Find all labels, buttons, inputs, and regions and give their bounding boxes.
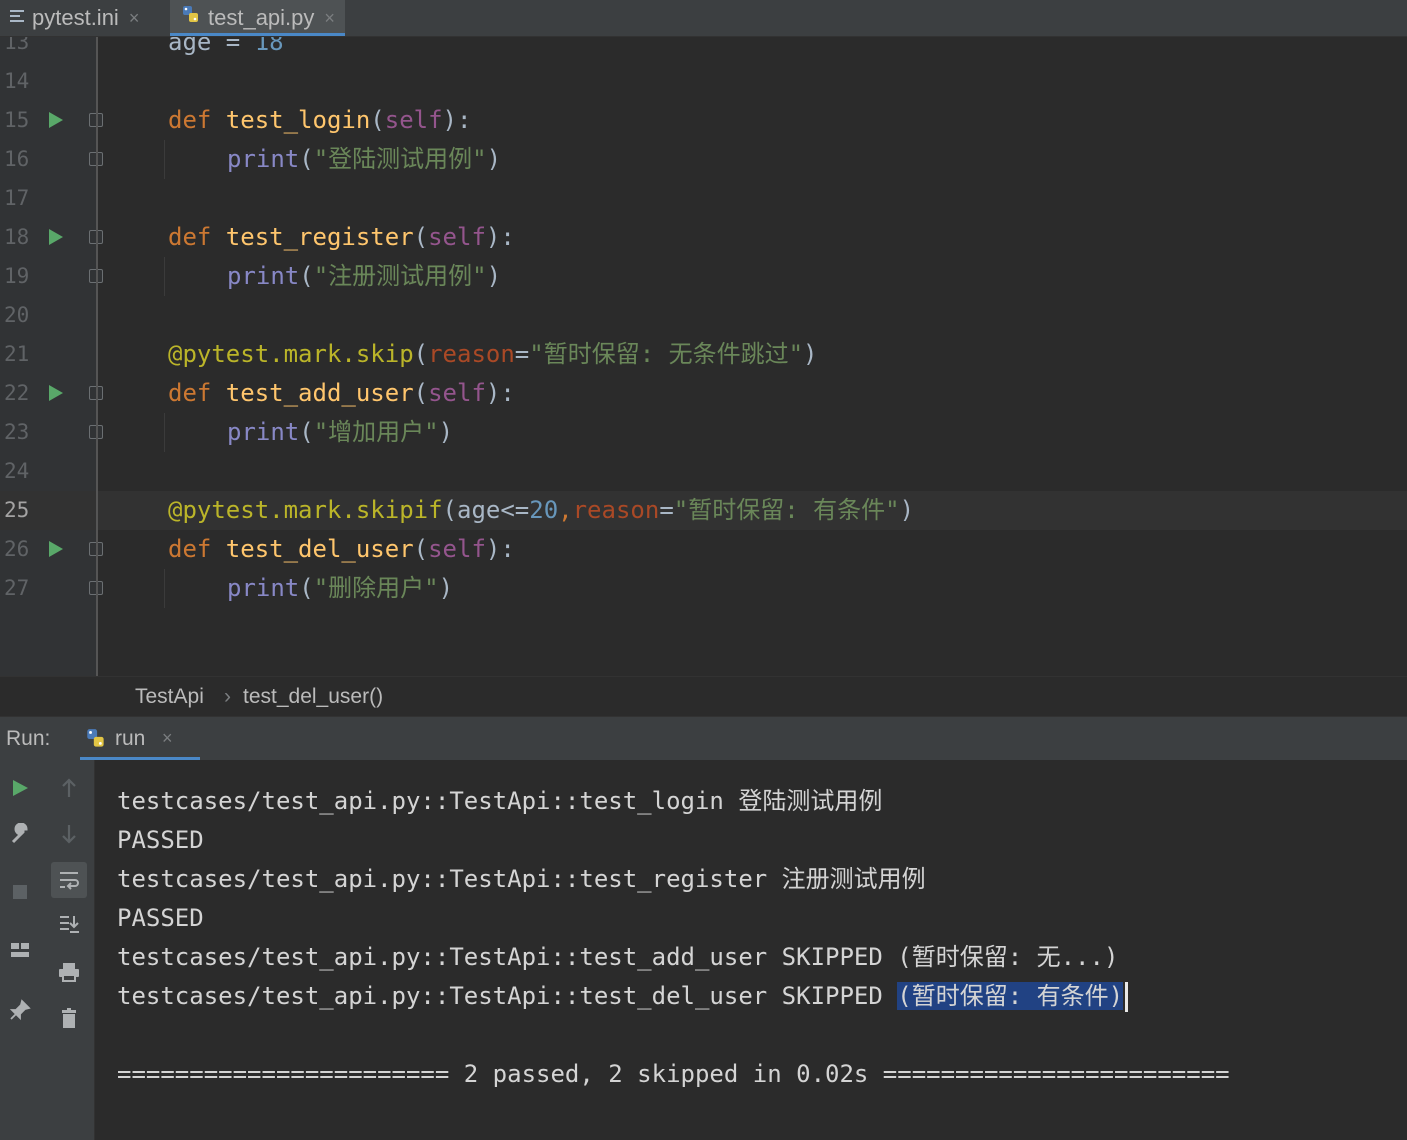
line-number: 20 [4,303,30,327]
console-summary: ======================= 2 passed, 2 skip… [117,1060,1230,1088]
code-line[interactable]: 23 print("增加用户") [0,413,1407,452]
ini-file-icon [8,5,26,31]
breadcrumb: TestApi › test_del_user() [0,676,1407,717]
code-text: def test_login(self): [168,106,472,134]
code-text: @pytest.mark.skip(reason="暂时保留: 无条件跳过") [168,340,818,368]
code-line[interactable]: 20 [0,296,1407,335]
line-number: 23 [4,420,30,444]
line-number: 15 [4,108,30,132]
code-text: age = 18 [168,37,284,56]
rerun-icon[interactable] [2,770,38,806]
up-arrow-icon[interactable] [51,770,87,806]
code-line[interactable]: 17 [0,179,1407,218]
text-cursor [1125,982,1129,1012]
code-line[interactable]: 14 [0,62,1407,101]
code-text: @pytest.mark.skipif(age<=20,reason="暂时保留… [168,496,915,524]
code-text: print("删除用户") [227,574,454,602]
code-text: def test_del_user(self): [168,535,515,563]
breadcrumb-class[interactable]: TestApi [135,685,204,709]
code-line[interactable]: 18 def test_register(self): [0,218,1407,257]
pin-icon[interactable] [2,992,38,1028]
line-number: 18 [4,225,30,249]
code-line[interactable]: 13 age = 18 [0,37,1407,62]
editor-tab-bar: pytest.ini × test_api.py × [0,0,1407,37]
indent-guide [164,569,165,608]
code-line[interactable]: 26 def test_del_user(self): [0,530,1407,569]
close-icon[interactable]: × [129,8,140,29]
code-text: print("增加用户") [227,418,454,446]
run-panel-header: Run: run × [0,716,1407,761]
tab-label: test_api.py [208,5,315,30]
code-line[interactable]: 27 print("删除用户") [0,569,1407,608]
line-number: 26 [4,537,30,561]
code-line[interactable]: 16 print("登陆测试用例") [0,140,1407,179]
gutter-separator [96,37,98,676]
run-test-icon[interactable] [49,541,63,557]
run-test-icon[interactable] [49,385,63,401]
layout-icon[interactable] [2,932,38,968]
run-panel-label: Run: [6,727,51,750]
soft-wrap-icon[interactable] [51,862,87,898]
code-text: print("注册测试用例") [227,262,502,290]
line-number: 17 [4,186,30,210]
console-line: testcases/test_api.py::TestApi::test_log… [117,787,883,815]
code-text: print("登陆测试用例") [227,145,502,173]
indent-guide [164,257,165,296]
code-line[interactable]: 24 [0,452,1407,491]
python-file-icon [84,727,108,757]
line-number: 19 [4,264,30,288]
tab-label: pytest.ini [32,5,119,30]
breadcrumb-separator: › [224,685,231,708]
run-toolbar [0,760,95,1140]
code-text: def test_add_user(self): [168,379,515,407]
code-line[interactable]: 19 print("注册测试用例") [0,257,1407,296]
indent-guide [164,413,165,452]
tab-test-api-py[interactable]: test_api.py × [170,0,345,36]
run-tab[interactable]: run × [80,717,200,761]
console-line: testcases/test_api.py::TestApi::test_del… [117,977,1129,1016]
selected-text: (暂时保留: 有条件) [897,982,1124,1010]
code-line[interactable]: 22 def test_add_user(self): [0,374,1407,413]
code-editor[interactable]: 13 age = 18 14 15 def test_login(self): … [0,37,1407,676]
python-file-icon [180,4,202,32]
scroll-to-end-icon[interactable] [51,906,87,942]
close-icon[interactable]: × [162,728,173,749]
line-number: 16 [4,147,30,171]
down-arrow-icon[interactable] [51,816,87,852]
code-text: def test_register(self): [168,223,515,251]
print-icon[interactable] [51,954,87,990]
line-number: 25 [4,498,30,522]
line-number: 24 [4,459,30,483]
code-line[interactable]: 15 def test_login(self): [0,101,1407,140]
code-line[interactable]: 21 @pytest.mark.skip(reason="暂时保留: 无条件跳过… [0,335,1407,374]
console-line: testcases/test_api.py::TestApi::test_add… [117,943,1119,971]
run-console[interactable]: testcases/test_api.py::TestApi::test_log… [95,760,1407,1140]
tab-pytest-ini[interactable]: pytest.ini × [8,0,139,36]
indent-guide [164,140,165,179]
trash-icon[interactable] [51,1000,87,1036]
run-test-icon[interactable] [49,229,63,245]
run-tab-label: run [115,727,146,750]
close-icon[interactable]: × [324,8,335,29]
line-number: 14 [4,69,30,93]
line-number: 22 [4,381,30,405]
wrench-icon[interactable] [2,816,38,852]
console-line: testcases/test_api.py::TestApi::test_reg… [117,865,926,893]
stop-icon[interactable] [2,874,38,910]
code-line-current[interactable]: 25 @pytest.mark.skipif(age<=20,reason="暂… [0,491,1407,530]
run-test-icon[interactable] [49,112,63,128]
breadcrumb-method[interactable]: test_del_user() [243,685,383,709]
line-number: 13 [4,37,30,54]
line-number: 21 [4,342,30,366]
console-line: PASSED [117,904,204,932]
console-line: PASSED [117,826,204,854]
line-number: 27 [4,576,30,600]
